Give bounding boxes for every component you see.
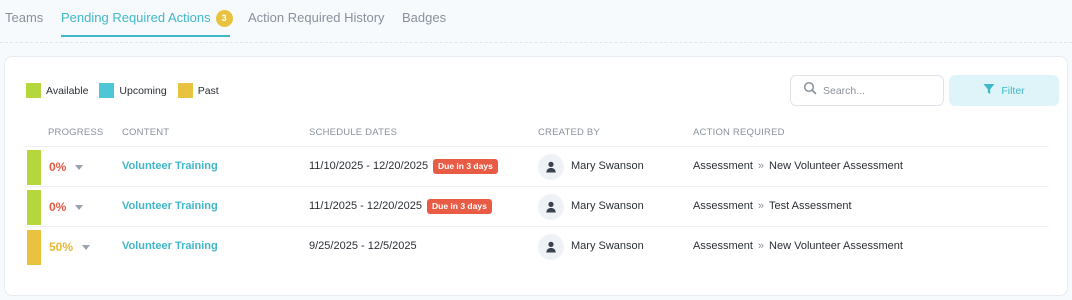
column-header-content[interactable]: CONTENT (122, 127, 169, 138)
content-link[interactable]: Volunteer Training (122, 240, 218, 252)
user-icon (546, 241, 556, 253)
schedule-dates: 11/10/2025 - 12/20/2025 (309, 160, 429, 172)
active-tab-indicator (61, 35, 230, 37)
legend-item-past: Past (177, 83, 219, 98)
action-required: Assessment » New Volunteer Assessment (693, 160, 903, 172)
tab-bar: Teams Pending Required Actions 3 Action R… (0, 0, 1072, 38)
created-by: Mary Swanson (571, 240, 644, 252)
legend-swatch (26, 83, 41, 98)
action-required: Assessment » Test Assessment (693, 200, 852, 212)
table-row[interactable]: 0% Volunteer Training 11/10/2025 - 12/20… (25, 146, 1049, 186)
search-input[interactable] (823, 84, 933, 97)
legend-item-upcoming: Upcoming (99, 83, 167, 98)
column-header-progress[interactable]: PROGRESS (48, 127, 103, 138)
avatar (538, 154, 564, 180)
legend-item-available: Available (26, 83, 88, 98)
progress-value: 50% (49, 240, 74, 254)
avatar (538, 234, 564, 260)
actions-card: Available Upcoming Past Filter PROGRESS … (4, 56, 1068, 296)
created-by: Mary Swanson (571, 200, 644, 212)
progress-value: 0% (49, 200, 67, 214)
due-badge: Due in 3 days (433, 159, 498, 174)
legend-swatch (99, 83, 115, 98)
progress-dropdown-icon[interactable] (75, 205, 83, 210)
tab-teams[interactable]: Teams (5, 10, 43, 25)
created-by: Mary Swanson (571, 160, 644, 172)
column-header-action-required[interactable]: ACTION REQUIRED (693, 127, 785, 138)
due-badge: Due in 3 days (427, 199, 492, 214)
search-box[interactable] (790, 75, 944, 106)
status-bar (27, 190, 41, 225)
table-row[interactable]: 50% Volunteer Training 9/25/2025 - 12/5/… (25, 226, 1049, 266)
column-header-created-by[interactable]: CREATED BY (538, 127, 600, 138)
filter-label: Filter (1001, 84, 1025, 97)
chevron-right-icon: » (757, 240, 765, 252)
legend-label: Available (46, 84, 89, 97)
status-bar (27, 230, 41, 265)
search-icon (803, 81, 817, 100)
user-icon (546, 201, 556, 213)
column-header-schedule-dates[interactable]: SCHEDULE DATES (309, 127, 397, 138)
content-link[interactable]: Volunteer Training (122, 160, 218, 172)
divider (0, 42, 1072, 43)
action-name: Test Assessment (769, 200, 852, 212)
content-link[interactable]: Volunteer Training (122, 200, 218, 212)
legend-label: Upcoming (119, 84, 167, 97)
tab-badges[interactable]: Badges (402, 10, 446, 25)
chevron-right-icon: » (757, 200, 765, 212)
progress-dropdown-icon[interactable] (75, 165, 83, 170)
progress-value: 0% (49, 160, 67, 174)
action-type: Assessment (693, 160, 753, 172)
filter-button[interactable]: Filter (949, 75, 1059, 106)
tab-label: Pending Required Actions (61, 10, 211, 25)
schedule-dates: 9/25/2025 - 12/5/2025 (309, 240, 417, 252)
action-name: New Volunteer Assessment (769, 160, 903, 172)
tab-pending-required-actions[interactable]: Pending Required Actions 3 (61, 10, 233, 27)
legend-label: Past (197, 84, 219, 97)
status-legend: Available Upcoming Past (26, 83, 230, 98)
legend-swatch (177, 83, 193, 98)
avatar (538, 194, 564, 220)
filter-icon (983, 83, 1001, 98)
action-required: Assessment » New Volunteer Assessment (693, 240, 903, 252)
count-badge: 3 (215, 10, 233, 27)
table-row[interactable]: 0% Volunteer Training 11/1/2025 - 12/20/… (25, 186, 1049, 226)
action-name: New Volunteer Assessment (769, 240, 903, 252)
tab-action-required-history[interactable]: Action Required History (248, 10, 385, 25)
progress-dropdown-icon[interactable] (82, 245, 90, 250)
action-type: Assessment (693, 240, 753, 252)
chevron-right-icon: » (757, 160, 765, 172)
status-bar (27, 150, 41, 185)
schedule-dates: 11/1/2025 - 12/20/2025 (309, 200, 422, 212)
action-type: Assessment (693, 200, 753, 212)
user-icon (546, 161, 556, 173)
